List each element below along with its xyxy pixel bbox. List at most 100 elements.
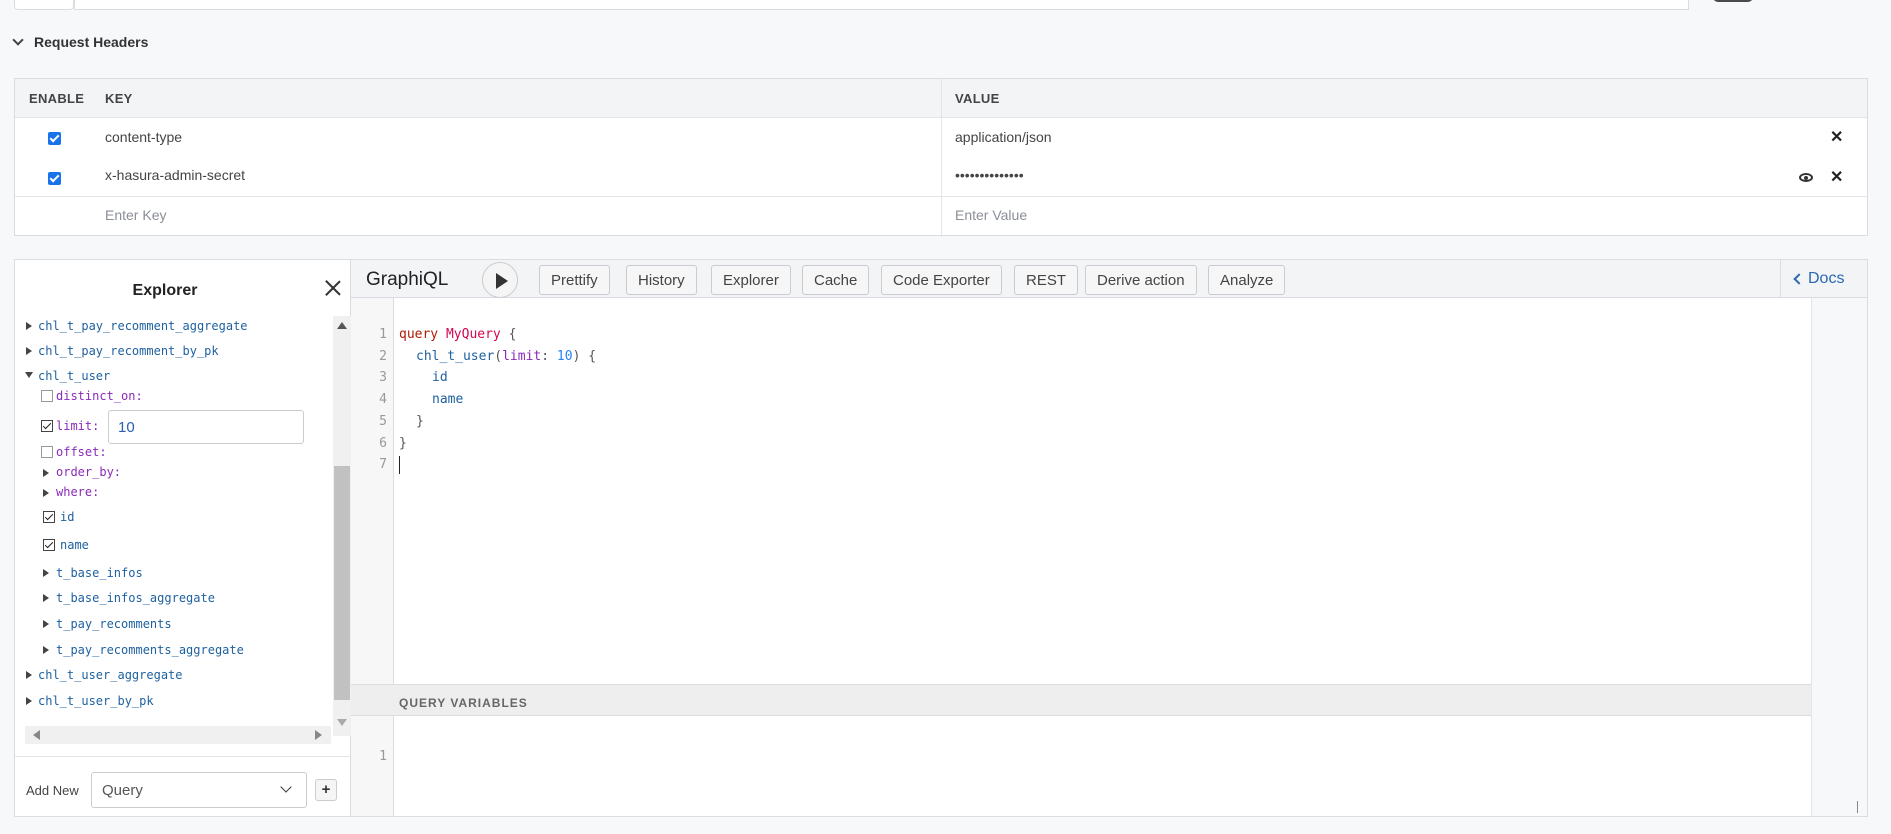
explorer-title: Explorer [132,282,198,299]
prettify-button[interactable]: Prettify [539,265,610,295]
history-button[interactable]: History [626,265,697,295]
code-line: name [432,392,464,408]
endpoint-method-select[interactable] [14,0,74,10]
tree-item[interactable]: t_base_infos_aggregate [56,591,215,605]
analyze-button[interactable]: Analyze [1208,265,1286,295]
col-enable: ENABLE [29,91,85,106]
tree-item[interactable]: t_base_infos [56,566,143,580]
arg-label[interactable]: order_by: [56,465,121,479]
code-line: } [416,413,424,429]
tree-item[interactable]: t_pay_recomments_aggregate [56,643,244,657]
docs-button[interactable]: Docs [1780,260,1867,298]
arg-label[interactable]: distinct_on: [56,389,143,403]
code-line: id [432,370,448,386]
tree-item[interactable]: t_pay_recomments [56,617,172,631]
request-headers-toggle[interactable]: Request Headers [12,34,148,50]
field-label[interactable]: name [60,538,89,552]
operation-type-select[interactable]: Query [91,772,307,808]
line-number: 7 [379,457,387,473]
field-checkbox-checked[interactable] [43,511,55,523]
header-value[interactable]: application/json [955,129,1052,145]
vertical-scrollbar[interactable] [333,316,351,736]
explorer-panel: Explorer chl_t_pay_recomment_aggregate c… [15,260,351,816]
table-row: content-type application/json ✕ [15,118,1867,158]
field-checkbox-checked[interactable] [43,539,55,551]
execute-query-button[interactable] [482,262,518,298]
code-exporter-button[interactable]: Code Exporter [881,265,1002,295]
scroll-right-icon[interactable] [315,730,322,740]
tree-item[interactable]: chl_t_user [38,369,110,383]
code-line: } [399,435,407,451]
scroll-up-icon[interactable] [337,322,347,329]
close-icon[interactable]: ✕ [1830,127,1843,147]
limit-input[interactable]: 10 [108,410,304,444]
arg-checkbox[interactable] [41,390,53,402]
arg-label[interactable]: where: [56,485,99,499]
scroll-down-icon[interactable] [337,719,347,726]
editor-right-panel [1811,298,1867,816]
toolbar: GraphiQL Prettify History Explorer Cache… [351,260,1867,298]
text-cursor [399,456,400,474]
chevron-down-icon [280,781,292,793]
caret-right-icon[interactable] [43,569,49,577]
header-value[interactable]: •••••••••••••• [955,167,1024,183]
caret-right-icon[interactable] [26,322,32,330]
chevron-left-icon [1793,273,1805,285]
query-editor[interactable]: 1 2 3 4 5 6 7 query MyQuery { chl_t_user… [351,298,1867,816]
caret-down-icon[interactable] [25,372,33,378]
query-variables-header[interactable]: QUERY VARIABLES [351,684,1811,716]
scrollbar-thumb[interactable] [334,466,350,700]
arg-label[interactable]: limit: [56,419,99,433]
top-strip [0,0,1891,12]
caret-right-icon[interactable] [26,697,32,705]
enable-checkbox[interactable] [48,172,61,185]
resize-handle[interactable] [1846,801,1858,813]
caret-right-icon[interactable] [26,347,32,355]
operation-type-value: Query [102,782,143,799]
caret-right-icon[interactable] [43,489,49,497]
explorer-footer: Add New Query + [15,756,350,816]
header-key[interactable]: content-type [105,129,182,145]
query-variables-title: QUERY VARIABLES [399,696,528,710]
caret-right-icon[interactable] [26,671,32,679]
graphiql-title: GraphiQL [366,269,449,290]
rest-button[interactable]: REST [1014,265,1079,295]
eye-icon[interactable] [1799,173,1813,182]
new-value-input[interactable]: Enter Value [955,207,1027,223]
query-variables-editor[interactable]: 1 [351,716,1811,816]
cache-button[interactable]: Cache [802,265,870,295]
docs-label: Docs [1808,270,1845,287]
caret-right-icon[interactable] [43,620,49,628]
arg-checkbox-checked[interactable] [41,420,53,432]
caret-right-icon[interactable] [43,594,49,602]
line-number: 4 [379,392,387,408]
line-number: 3 [379,370,387,386]
code-line: query MyQuery { [399,327,517,342]
close-icon[interactable] [323,278,343,298]
tree-item[interactable]: chl_t_pay_recomment_by_pk [38,344,219,358]
derive-action-button[interactable]: Derive action [1085,265,1197,295]
col-key: KEY [105,91,133,106]
endpoint-url-input[interactable] [74,0,1689,10]
close-icon[interactable]: ✕ [1830,167,1843,187]
horizontal-scrollbar[interactable] [25,726,331,744]
enable-checkbox[interactable] [48,132,61,145]
table-row-new: Enter Key Enter Value [15,197,1867,237]
add-new-label: Add New [26,783,79,798]
caret-right-icon[interactable] [43,469,49,477]
arg-checkbox[interactable] [41,446,53,458]
header-key[interactable]: x-hasura-admin-secret [105,167,245,183]
arg-label[interactable]: offset: [56,445,107,459]
add-operation-button[interactable]: + [315,779,337,801]
field-label[interactable]: id [60,510,74,524]
graphiql-main: GraphiQL Prettify History Explorer Cache… [351,260,1867,816]
request-headers-table: ENABLE KEY VALUE content-type applicatio… [14,78,1868,237]
top-action-button[interactable] [1713,0,1753,2]
scroll-left-icon[interactable] [33,730,40,740]
new-key-input[interactable]: Enter Key [105,207,166,223]
explorer-button[interactable]: Explorer [711,265,791,295]
tree-item[interactable]: chl_t_pay_recomment_aggregate [38,319,248,333]
tree-item[interactable]: chl_t_user_aggregate [38,668,183,682]
tree-item[interactable]: chl_t_user_by_pk [38,694,154,708]
caret-right-icon[interactable] [43,646,49,654]
